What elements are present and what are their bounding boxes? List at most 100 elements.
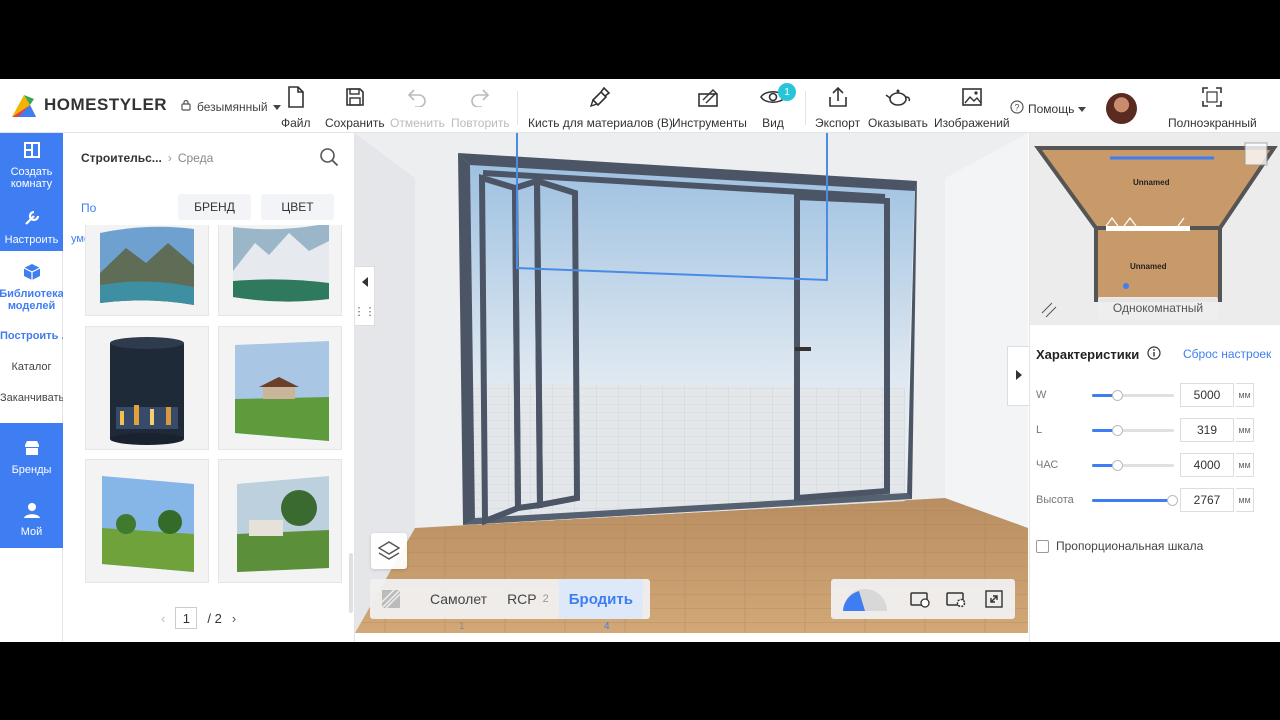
catalog-item-asian-temple[interactable] <box>218 326 342 450</box>
nav-build[interactable]: Построить .. <box>0 330 63 342</box>
slider-handle[interactable] <box>1111 425 1123 436</box>
mode-walk[interactable]: Бродить <box>558 579 643 619</box>
property-value-input[interactable]: 319 <box>1180 418 1234 442</box>
export-button[interactable]: Экспорт <box>815 85 860 130</box>
cube-icon <box>23 263 41 284</box>
slider-handle[interactable] <box>1111 460 1123 471</box>
property-row: Высота 2767 мм <box>1036 488 1276 512</box>
proportional-scale-checkbox[interactable]: Пропорциональная шкала <box>1036 539 1203 553</box>
catalog-scrollbar[interactable] <box>349 553 353 613</box>
wrench-icon <box>23 209 41 230</box>
store-icon <box>23 439 41 460</box>
caret-left-icon <box>361 274 369 292</box>
property-value-input[interactable]: 4000 <box>1180 453 1234 477</box>
file-button[interactable]: Файл <box>281 85 311 130</box>
fullscreen-button[interactable]: Полноэкранный <box>1168 85 1257 130</box>
property-slider[interactable] <box>1092 495 1178 506</box>
breadcrumb-secondary[interactable]: Среда <box>178 151 213 165</box>
page-input[interactable]: 1 <box>175 607 198 629</box>
redo-button[interactable]: Повторить <box>451 85 510 130</box>
property-slider[interactable] <box>1092 460 1174 471</box>
catalog-collapse-toggle[interactable]: ⋮⋮ <box>354 266 376 326</box>
room-type-tag[interactable]: Однокомнатный <box>1098 297 1218 319</box>
tools-icon <box>697 85 721 109</box>
nav-customize[interactable]: Настроить <box>0 209 63 246</box>
3d-viewport[interactable] <box>355 133 1028 633</box>
tools-button[interactable]: Инструменты <box>672 85 747 130</box>
brand-name: HOMESTYLER <box>44 95 168 114</box>
image-icon <box>961 85 983 109</box>
filter-brand[interactable]: БРЕНД <box>178 194 251 220</box>
property-row: W 5000 мм <box>1036 383 1276 407</box>
document-name-label: безымянный <box>197 99 268 114</box>
property-value-input[interactable]: 5000 <box>1180 383 1234 407</box>
proportional-scale-label: Пропорциональная шкала <box>1056 539 1204 553</box>
info-icon[interactable] <box>1147 346 1161 363</box>
view-mode-bar: Самолет RCP 2 Бродить <box>370 579 650 619</box>
undo-button[interactable]: Отменить <box>390 85 445 130</box>
hatch-icon <box>381 589 401 609</box>
caret-down-icon <box>1078 102 1087 116</box>
sort-default[interactable]: По <box>81 201 96 215</box>
chevron-right-icon: › <box>167 151 172 165</box>
slider-handle[interactable] <box>1166 495 1178 506</box>
field-of-view-icon[interactable] <box>839 587 891 613</box>
file-icon <box>286 85 306 109</box>
catalog-item-countryside-house[interactable] <box>218 459 342 583</box>
nav-create-room[interactable]: Создать комнату <box>0 141 63 190</box>
property-slider[interactable] <box>1092 425 1174 436</box>
app-window: HOMESTYLER безымянный Файл Сохранить Отм… <box>0 79 1280 642</box>
layers-button[interactable] <box>371 533 407 569</box>
page-prev-icon[interactable]: ‹ <box>161 611 165 626</box>
view-button[interactable]: 1 Вид <box>760 83 796 130</box>
top-toolbar: HOMESTYLER безымянный Файл Сохранить Отм… <box>0 79 1280 133</box>
reset-settings-link[interactable]: Сброс настроек <box>1183 347 1271 361</box>
catalog-item-mountain-lake[interactable] <box>85 225 209 316</box>
properties-title: Характеристики <box>1036 346 1161 363</box>
hatch-toggle[interactable] <box>370 579 420 619</box>
camera-settings-icon[interactable] <box>909 588 933 615</box>
render-button[interactable]: Оказывать <box>868 85 928 130</box>
camera-gear-icon[interactable] <box>945 588 969 615</box>
images-label: Изображений <box>934 116 1010 130</box>
filter-color[interactable]: ЦВЕТ <box>261 194 334 220</box>
catalog-item-snowy-mountains[interactable] <box>218 225 342 316</box>
save-button[interactable]: Сохранить <box>325 85 385 130</box>
checkbox-box[interactable] <box>1036 539 1049 553</box>
logo[interactable]: HOMESTYLER <box>10 91 167 119</box>
help-menu[interactable]: ? Помощь <box>1010 100 1087 117</box>
pagination: ‹ 1 / 2 › <box>161 607 236 629</box>
nav-model-library[interactable]: Библиотека моделей <box>0 263 64 312</box>
nav-my[interactable]: Мой <box>0 501 63 538</box>
document-name[interactable]: безымянный <box>180 99 281 114</box>
page-next-icon[interactable]: › <box>232 611 236 626</box>
expand-icon[interactable] <box>983 588 1005 615</box>
breadcrumb: Строительс... › Среда <box>81 151 213 165</box>
property-unit: мм <box>1236 453 1254 477</box>
avatar[interactable] <box>1106 93 1137 124</box>
search-icon[interactable] <box>319 147 339 172</box>
mode-rcp[interactable]: RCP 2 <box>497 579 559 619</box>
slider-handle[interactable] <box>1111 390 1123 401</box>
property-value-input[interactable]: 2767 <box>1180 488 1234 512</box>
mode-walk-key: 4 <box>604 621 610 632</box>
caret-right-icon <box>1015 367 1023 385</box>
minimap[interactable]: Unnamed Unnamed Однокомнатный <box>1030 133 1280 325</box>
lock-icon <box>180 99 192 114</box>
material-brush-button[interactable]: Кисть для материалов (B) <box>528 85 673 130</box>
nav-catalog[interactable]: Каталог <box>0 361 63 373</box>
nav-brands[interactable]: Бренды <box>0 439 63 476</box>
property-slider[interactable] <box>1092 390 1174 401</box>
breadcrumb-primary[interactable]: Строительс... <box>81 151 162 165</box>
save-icon <box>345 85 365 109</box>
property-unit: мм <box>1236 418 1254 442</box>
mode-plane[interactable]: Самолет <box>420 579 497 619</box>
properties-collapse-toggle[interactable] <box>1007 346 1029 406</box>
catalog-item-city-cylinder[interactable] <box>85 326 209 450</box>
property-unit: мм <box>1236 488 1254 512</box>
export-icon <box>827 85 849 109</box>
mode-rcp-key: 2 <box>542 593 549 605</box>
nav-finish[interactable]: Заканчивать <box>0 392 63 404</box>
images-button[interactable]: Изображений <box>934 85 1010 130</box>
catalog-item-green-meadow[interactable] <box>85 459 209 583</box>
